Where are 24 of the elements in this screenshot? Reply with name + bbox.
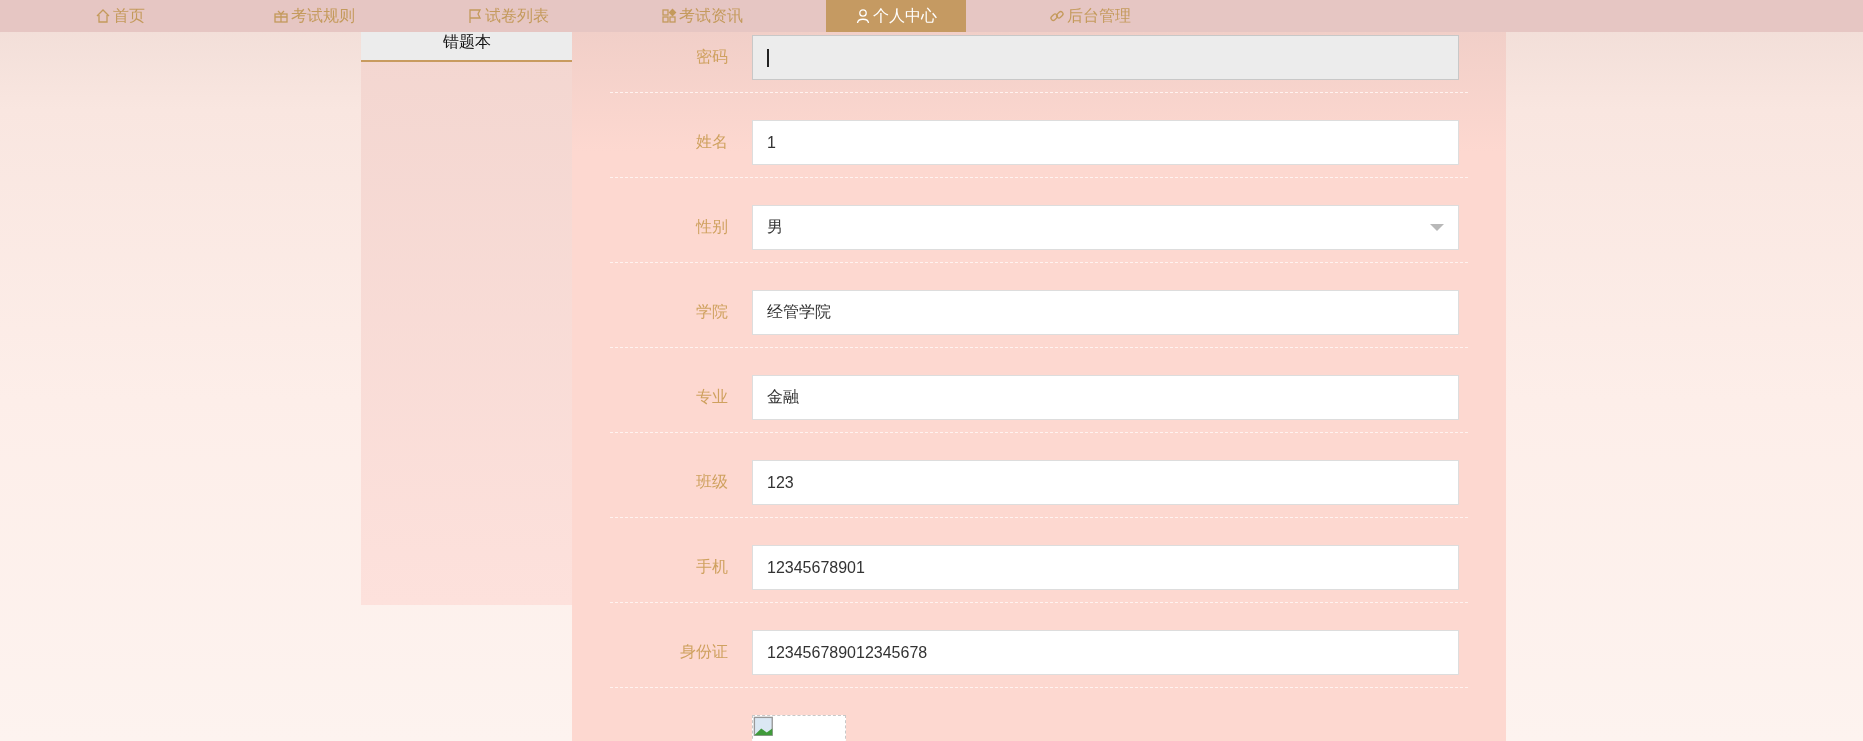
field-label: 性别 xyxy=(696,218,728,235)
grid-icon xyxy=(661,8,677,24)
input-field[interactable]: 12345678901 xyxy=(752,545,1459,590)
field-label: 身份证 xyxy=(680,643,728,660)
input-field[interactable]: 经管学院 xyxy=(752,290,1459,335)
input-field[interactable]: 123456789012345678 xyxy=(752,630,1459,675)
link-icon xyxy=(1049,8,1065,24)
field-label: 学院 xyxy=(696,303,728,320)
field-label: 班级 xyxy=(696,473,728,490)
input-field[interactable]: 123 xyxy=(752,460,1459,505)
user-icon xyxy=(855,8,871,24)
input-field[interactable]: 金融 xyxy=(752,375,1459,420)
gift-icon xyxy=(273,8,289,24)
select-field[interactable]: 男 xyxy=(752,205,1459,250)
field-label: 密码 xyxy=(696,48,728,65)
home-icon xyxy=(95,8,111,24)
field-label: 手机 xyxy=(696,558,728,575)
input-field[interactable]: 1 xyxy=(752,120,1459,165)
dropdown-icon xyxy=(1430,224,1444,231)
flag-icon xyxy=(467,8,483,24)
field-label: 姓名 xyxy=(696,133,728,150)
broken-image-icon xyxy=(753,716,775,738)
sidebar-item[interactable]: 错题本 xyxy=(361,32,572,62)
field-label: 专业 xyxy=(696,388,728,405)
